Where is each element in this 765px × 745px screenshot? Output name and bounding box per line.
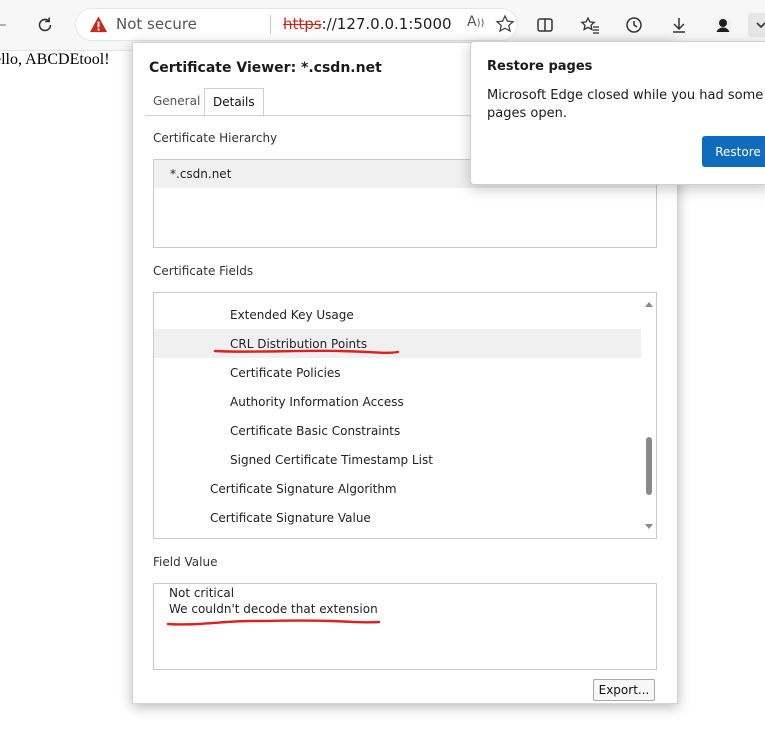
tab-general[interactable]: General (145, 88, 208, 114)
field-value-box[interactable]: Not critical We couldn't decode that ext… (153, 583, 657, 670)
split-screen-icon[interactable] (533, 13, 557, 37)
url-text[interactable]: https://127.0.0.1:5000 (283, 15, 452, 33)
field-item-selected[interactable]: CRL Distribution Points (154, 329, 641, 358)
dialog-title: Certificate Viewer: *.csdn.net (149, 60, 382, 76)
address-divider (270, 15, 271, 34)
favorite-star-icon[interactable] (495, 14, 515, 34)
hierarchy-label: Certificate Hierarchy (153, 131, 278, 145)
field-item[interactable]: Certificate Policies (154, 358, 641, 387)
field-item[interactable]: Certificate Basic Constraints (154, 416, 641, 445)
fields-scrollbar[interactable] (641, 293, 656, 538)
field-item[interactable]: Authority Information Access (154, 387, 641, 416)
scroll-thumb[interactable] (646, 437, 652, 495)
address-bar[interactable]: Not secure https://127.0.0.1:5000 A)) (75, 8, 518, 41)
restore-title: Restore pages (487, 59, 593, 74)
field-value-line: Not critical (169, 586, 235, 600)
tab-details[interactable]: Details (204, 88, 264, 117)
export-button[interactable]: Export... (593, 679, 655, 701)
fields-label: Certificate Fields (153, 264, 254, 278)
back-icon[interactable] (0, 13, 12, 37)
field-value-line: We couldn't decode that extension (169, 602, 378, 616)
warning-icon[interactable] (89, 15, 108, 34)
field-item[interactable]: Certificate Signature Algorithm (154, 474, 641, 503)
restore-message: Microsoft Edge closed while you had some… (487, 88, 764, 121)
favorites-icon[interactable] (578, 13, 602, 37)
restore-pages-popup: Restore pages Microsoft Edge closed whil… (470, 41, 765, 185)
url-host: ://127.0.0.1:5000 (321, 15, 452, 33)
profile-avatar-icon[interactable] (711, 13, 735, 37)
field-item[interactable]: Signed Certificate Timestamp List (154, 445, 641, 474)
field-item[interactable]: Certificate Signature Value (154, 503, 641, 532)
downloads-icon[interactable] (667, 13, 691, 37)
scroll-up-arrow-icon[interactable] (645, 302, 653, 307)
more-chevron-icon[interactable] (748, 13, 765, 37)
field-item[interactable]: Extended Key Usage (154, 300, 641, 329)
scroll-down-arrow-icon[interactable] (645, 524, 653, 529)
restore-button[interactable]: Restore (702, 136, 765, 167)
security-status[interactable]: Not secure (116, 15, 197, 33)
url-protocol: https (283, 15, 322, 33)
field-value-label: Field Value (153, 555, 218, 569)
read-aloud-icon[interactable]: A)) (467, 14, 484, 30)
page-greeting: ello, ABCDEtool! (0, 51, 110, 68)
refresh-icon[interactable] (33, 13, 57, 37)
fields-tree[interactable]: Extended Key Usage CRL Distribution Poin… (153, 292, 657, 539)
history-icon[interactable] (622, 13, 646, 37)
